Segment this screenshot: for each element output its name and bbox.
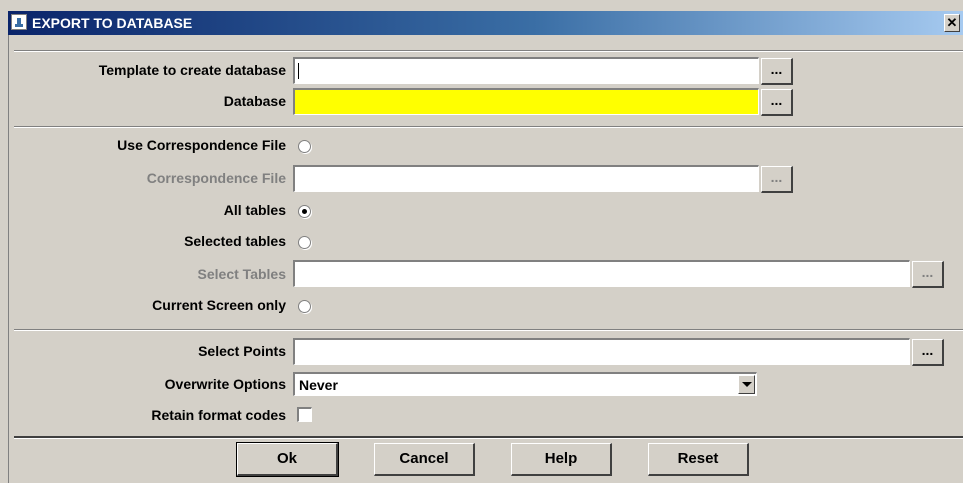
radio-selected-dot: [302, 209, 307, 214]
template-input[interactable]: [293, 57, 759, 84]
current-screen-label: Current Screen only: [152, 297, 286, 313]
template-browse-button[interactable]: ...: [761, 58, 793, 85]
all-tables-label: All tables: [223, 202, 286, 218]
ok-button[interactable]: Ok: [236, 442, 339, 477]
chevron-down-icon[interactable]: [738, 375, 755, 394]
overwrite-options-label: Overwrite Options: [164, 376, 286, 392]
cancel-button[interactable]: Cancel: [374, 443, 475, 476]
app-icon: [11, 14, 27, 30]
retain-format-label: Retain format codes: [151, 407, 286, 423]
title-bar: EXPORT TO DATABASE: [8, 11, 963, 35]
overwrite-options-select[interactable]: Never: [293, 372, 757, 396]
retain-format-checkbox[interactable]: [297, 407, 312, 422]
selected-tables-label: Selected tables: [184, 233, 286, 249]
database-label: Database: [223, 93, 286, 109]
all-tables-radio[interactable]: [298, 205, 311, 218]
close-icon: ✕: [946, 15, 958, 30]
close-button[interactable]: ✕: [944, 14, 960, 32]
template-label: Template to create database: [98, 62, 286, 78]
export-dialog: EXPORT TO DATABASE ✕ Template to create …: [0, 0, 963, 483]
current-screen-radio[interactable]: [298, 300, 311, 313]
correspondence-browse-button: ...: [761, 166, 793, 193]
dialog-title: EXPORT TO DATABASE: [32, 15, 193, 31]
select-points-input[interactable]: [293, 338, 910, 365]
select-points-label: Select Points: [198, 343, 286, 359]
text-caret: [298, 63, 299, 79]
select-points-browse-button[interactable]: ...: [912, 339, 944, 366]
use-correspondence-radio[interactable]: [298, 140, 311, 153]
overwrite-selected-value: Never: [299, 377, 338, 393]
select-tables-input: [293, 260, 910, 287]
select-tables-label: Select Tables: [197, 266, 286, 282]
button-bar: [14, 436, 963, 485]
use-correspondence-label: Use Correspondence File: [117, 137, 286, 153]
correspondence-file-input: [293, 165, 759, 192]
database-browse-button[interactable]: ...: [761, 89, 793, 116]
correspondence-file-label: Correspondence File: [146, 170, 286, 186]
select-tables-browse-button: ...: [912, 261, 944, 288]
reset-button[interactable]: Reset: [648, 443, 749, 476]
help-button[interactable]: Help: [511, 443, 612, 476]
database-input[interactable]: [293, 88, 759, 115]
selected-tables-radio[interactable]: [298, 236, 311, 249]
